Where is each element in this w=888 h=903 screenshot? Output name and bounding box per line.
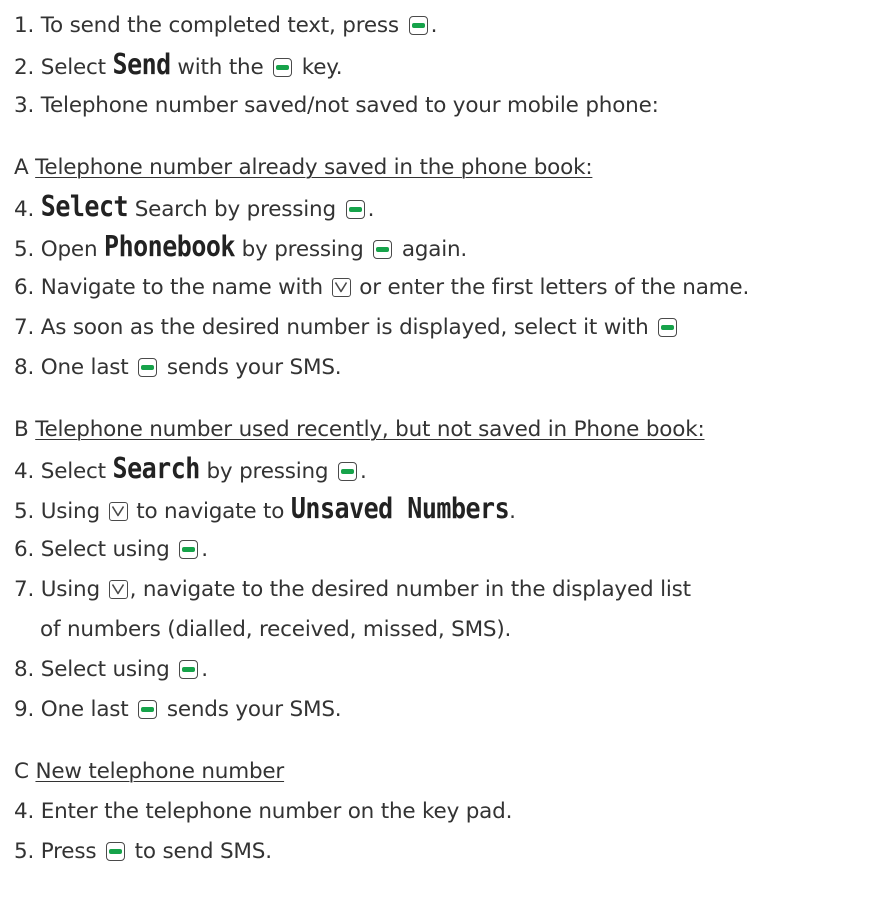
step-a8: 8. One last sends your SMS. bbox=[14, 348, 888, 388]
step-text: key. bbox=[301, 55, 343, 80]
step-b5: 5. Using to navigate to Unsaved Numbers. bbox=[14, 490, 888, 530]
step-text: 7. Using bbox=[14, 577, 100, 602]
navigation-down-icon bbox=[108, 502, 128, 521]
step-b6: 6. Select using . bbox=[14, 530, 888, 570]
step-text: 5. Open bbox=[14, 237, 98, 262]
step-text: Search by pressing bbox=[134, 197, 336, 222]
step-text: 9. One last bbox=[14, 697, 129, 722]
display-term: Phonebook bbox=[104, 229, 235, 263]
action-key-icon bbox=[658, 318, 678, 337]
step-text: by pressing bbox=[241, 237, 364, 262]
action-key-icon bbox=[138, 358, 158, 377]
step-1: 1. To send the completed text, press . bbox=[14, 6, 888, 46]
step-b4: 4. Select Search by pressing . bbox=[14, 450, 888, 490]
display-term: Unsaved Numbers bbox=[290, 491, 510, 525]
step-text: 2. Select bbox=[14, 55, 106, 80]
section-heading: Telephone number used recently, but not … bbox=[35, 417, 705, 442]
action-key-icon bbox=[273, 58, 293, 77]
step-2: 2. Select Send with the key. bbox=[14, 46, 888, 86]
step-text: by pressing bbox=[206, 459, 329, 484]
action-key-icon bbox=[105, 842, 125, 861]
step-text: . bbox=[367, 197, 375, 222]
instruction-page: 1. To send the completed text, press . 2… bbox=[0, 0, 888, 903]
step-text: 7. As soon as the desired number is disp… bbox=[14, 315, 649, 340]
step-text: 1. To send the completed text, press bbox=[14, 13, 399, 38]
display-term: Search bbox=[112, 451, 201, 485]
step-a5: 5. Open Phonebook by pressing again. bbox=[14, 228, 888, 268]
step-a4: 4. Select Search by pressing . bbox=[14, 188, 888, 228]
action-key-icon bbox=[338, 462, 358, 481]
step-3: 3. Telephone number saved/not saved to y… bbox=[14, 93, 659, 118]
step-text: 4. Select bbox=[14, 459, 106, 484]
step-text: 6. Navigate to the name with bbox=[14, 275, 323, 300]
section-letter: C bbox=[14, 759, 29, 784]
section-letter: B bbox=[14, 417, 29, 442]
step-b9: 9. One last sends your SMS. bbox=[14, 690, 888, 730]
navigation-down-icon bbox=[331, 278, 351, 297]
step-text: again. bbox=[401, 237, 468, 262]
step-text: . bbox=[430, 13, 438, 38]
step-text: 5. Using bbox=[14, 499, 100, 524]
section-a-heading: A Telephone number already saved in the … bbox=[14, 148, 888, 188]
step-b7-continued: of numbers (dialled, received, missed, S… bbox=[40, 617, 512, 642]
step-text: to navigate to bbox=[136, 499, 285, 524]
step-b7: 7. Using , navigate to the desired numbe… bbox=[14, 570, 888, 610]
step-text: 4. bbox=[14, 197, 35, 222]
step-text: with the bbox=[177, 55, 264, 80]
step-text: 8. One last bbox=[14, 355, 129, 380]
step-text: to send SMS. bbox=[134, 839, 272, 864]
step-b8: 8. Select using . bbox=[14, 650, 888, 690]
action-key-icon bbox=[138, 700, 158, 719]
section-letter: A bbox=[14, 155, 29, 180]
step-text: sends your SMS. bbox=[166, 355, 342, 380]
section-heading: New telephone number bbox=[35, 759, 285, 784]
action-key-icon bbox=[345, 200, 365, 219]
step-text: 5. Press bbox=[14, 839, 97, 864]
step-a7: 7. As soon as the desired number is disp… bbox=[14, 308, 888, 348]
action-key-icon bbox=[179, 540, 199, 559]
section-b-heading: B Telephone number used recently, but no… bbox=[14, 410, 888, 450]
step-c4: 4. Enter the telephone number on the key… bbox=[14, 799, 513, 824]
step-text: . bbox=[509, 499, 516, 524]
section-c-heading: C New telephone number bbox=[14, 752, 888, 792]
section-heading: Telephone number already saved in the ph… bbox=[35, 155, 593, 180]
step-text: or enter the first letters of the name. bbox=[359, 275, 750, 300]
action-key-icon bbox=[408, 16, 428, 35]
step-text: , navigate to the desired number in the … bbox=[129, 577, 691, 602]
step-text: . bbox=[360, 459, 367, 484]
step-text: 6. Select using bbox=[14, 537, 170, 562]
step-text: 8. Select using bbox=[14, 657, 170, 682]
step-c5: 5. Press to send SMS. bbox=[14, 832, 888, 872]
display-term: Send bbox=[112, 47, 172, 81]
step-text: . bbox=[201, 537, 208, 562]
step-text: sends your SMS. bbox=[166, 697, 342, 722]
step-a6: 6. Navigate to the name with or enter th… bbox=[14, 268, 888, 308]
action-key-icon bbox=[373, 240, 393, 259]
navigation-down-icon bbox=[108, 580, 128, 599]
action-key-icon bbox=[179, 660, 199, 679]
step-text: . bbox=[201, 657, 208, 682]
